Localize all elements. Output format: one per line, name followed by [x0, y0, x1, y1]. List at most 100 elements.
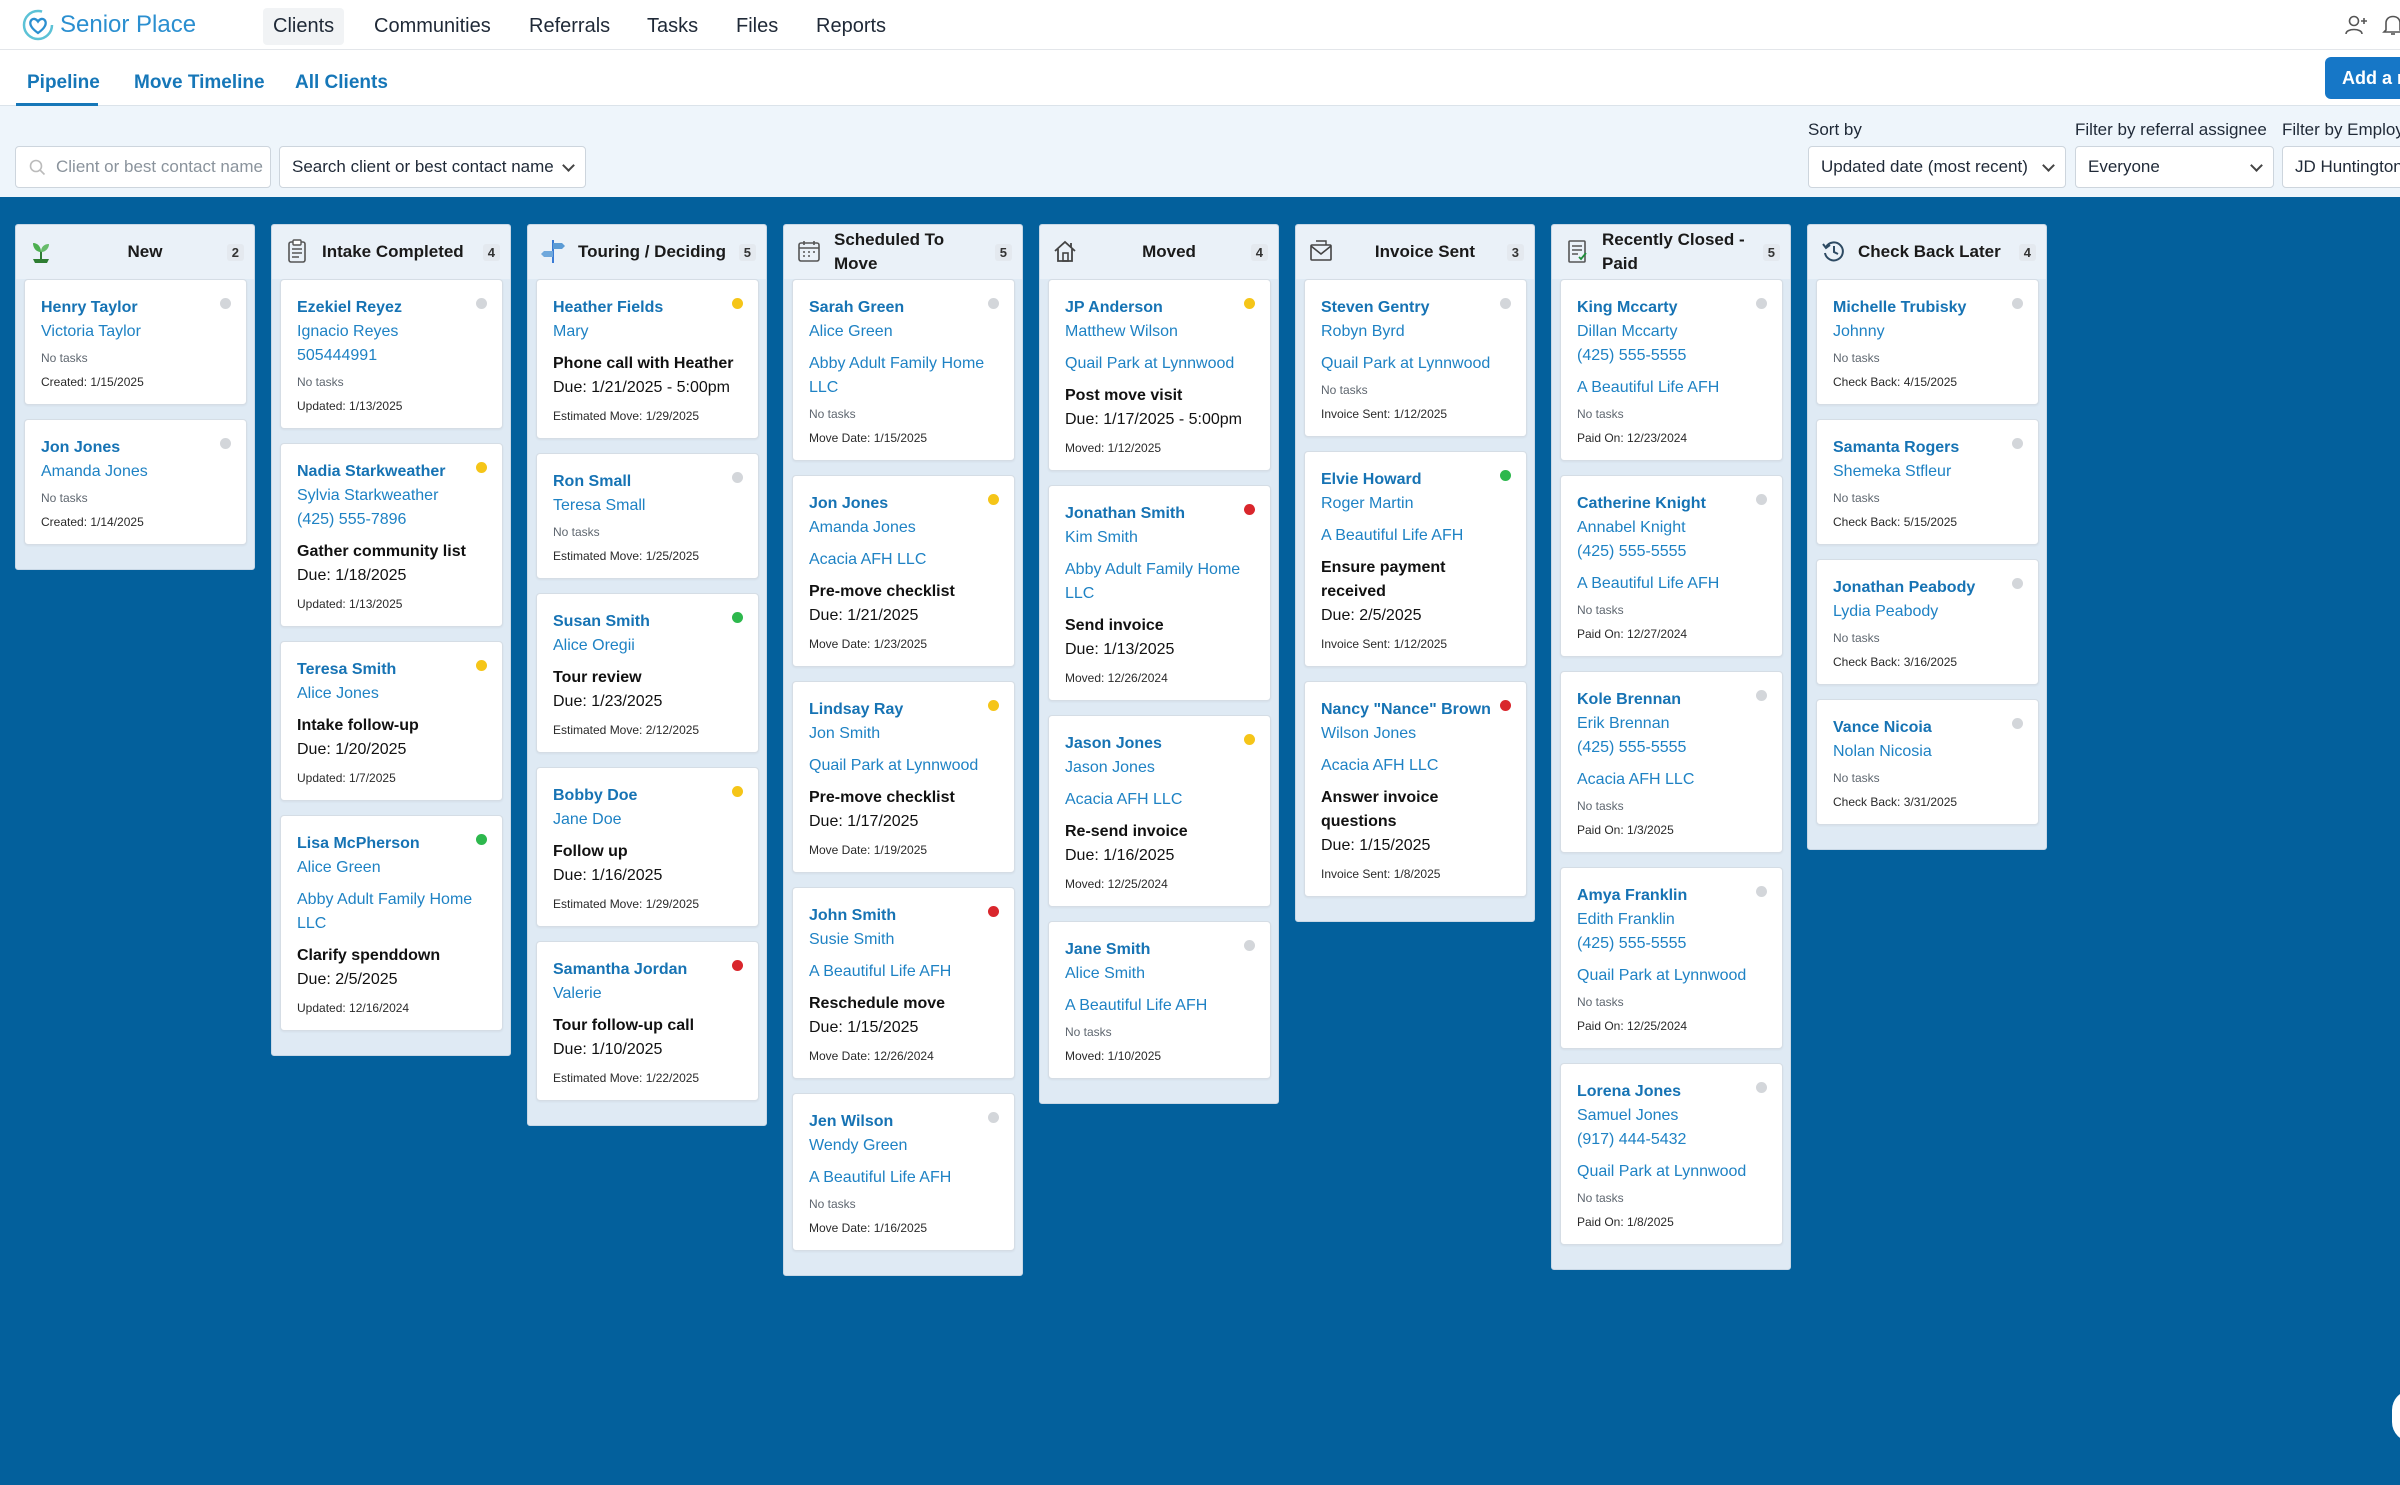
client-card[interactable]: Lorena Jones Samuel Jones (917) 444-5432 Qu…: [1560, 1063, 1783, 1245]
sort-select[interactable]: Updated date (most recent): [1808, 146, 2066, 188]
contact-phone-link[interactable]: (425) 555-5555: [1577, 344, 1766, 368]
client-card[interactable]: Jen Wilson Wendy Green A Beautiful Life AF…: [792, 1093, 1015, 1251]
client-card[interactable]: Elvie Howard Roger Martin A Beautiful Life…: [1304, 451, 1527, 667]
contact-name-link[interactable]: Teresa Small: [553, 494, 742, 518]
client-name-link[interactable]: Jon Jones: [809, 492, 998, 516]
client-name-link[interactable]: Samanta Rogers: [1833, 436, 2022, 460]
contact-name-link[interactable]: Jason Jones: [1065, 756, 1254, 780]
client-name-link[interactable]: Lindsay Ray: [809, 698, 998, 722]
client-card[interactable]: Jon Jones Amanda Jones No tasks Created: 1/…: [24, 419, 247, 545]
bell-icon[interactable]: [2380, 12, 2400, 38]
client-name-link[interactable]: Samantha Jordan: [553, 958, 742, 982]
community-link[interactable]: A Beautiful Life AFH: [809, 1166, 998, 1190]
client-name-link[interactable]: Elvie Howard: [1321, 468, 1510, 492]
client-name-link[interactable]: Nancy "Nance" Brown: [1321, 698, 1510, 722]
client-name-link[interactable]: Heather Fields: [553, 296, 742, 320]
contact-phone-link[interactable]: (425) 555-7896: [297, 508, 486, 532]
client-name-link[interactable]: Steven Gentry: [1321, 296, 1510, 320]
client-card[interactable]: Bobby Doe Jane Doe Follow up Due: 1/16/2025…: [536, 767, 759, 927]
client-name-link[interactable]: Sarah Green: [809, 296, 998, 320]
community-link[interactable]: Quail Park at Lynnwood: [809, 754, 998, 778]
client-name-link[interactable]: Vance Nicoia: [1833, 716, 2022, 740]
nav-tasks[interactable]: Tasks: [637, 8, 708, 45]
community-link[interactable]: Quail Park at Lynnwood: [1577, 1160, 1766, 1184]
client-card[interactable]: Susan Smith Alice Oregii Tour review Due: 1…: [536, 593, 759, 753]
contact-phone-link[interactable]: (425) 555-5555: [1577, 932, 1766, 956]
tab-pipeline[interactable]: Pipeline: [27, 72, 100, 94]
community-link[interactable]: A Beautiful Life AFH: [809, 960, 998, 984]
contact-name-link[interactable]: Samuel Jones: [1577, 1104, 1766, 1128]
community-link[interactable]: Abby Adult Family Home LLC: [809, 352, 998, 400]
task-title[interactable]: Tour review: [553, 666, 742, 690]
contact-name-link[interactable]: Wendy Green: [809, 1134, 998, 1158]
client-name-link[interactable]: Jason Jones: [1065, 732, 1254, 756]
contact-name-link[interactable]: Alice Green: [809, 320, 998, 344]
client-card[interactable]: Jonathan Peabody Lydia Peabody No tasks Che…: [1816, 559, 2039, 685]
contact-name-link[interactable]: Wilson Jones: [1321, 722, 1510, 746]
client-name-link[interactable]: Kole Brennan: [1577, 688, 1766, 712]
task-title[interactable]: Follow up: [553, 840, 742, 864]
contact-name-link[interactable]: Amanda Jones: [809, 516, 998, 540]
client-name-link[interactable]: Lorena Jones: [1577, 1080, 1766, 1104]
community-link[interactable]: A Beautiful Life AFH: [1065, 994, 1254, 1018]
contact-name-link[interactable]: Jane Doe: [553, 808, 742, 832]
client-name-link[interactable]: JP Anderson: [1065, 296, 1254, 320]
community-link[interactable]: Abby Adult Family Home LLC: [1065, 558, 1254, 606]
client-name-link[interactable]: Michelle Trubisky: [1833, 296, 2022, 320]
task-title[interactable]: Post move visit: [1065, 384, 1254, 408]
add-new-button[interactable]: Add a n: [2325, 57, 2400, 99]
client-card[interactable]: Henry Taylor Victoria Taylor No tasks Creat…: [24, 279, 247, 405]
client-card[interactable]: Catherine Knight Annabel Knight (425) 555-…: [1560, 475, 1783, 657]
client-card[interactable]: Ron Small Teresa Small No tasks Estimated M…: [536, 453, 759, 579]
contact-name-link[interactable]: Roger Martin: [1321, 492, 1510, 516]
client-card[interactable]: Jane Smith Alice Smith A Beautiful Life AF…: [1048, 921, 1271, 1079]
client-card[interactable]: Heather Fields Mary Phone call with Heathe…: [536, 279, 759, 439]
client-card[interactable]: King Mccarty Dillan Mccarty (425) 555-5555…: [1560, 279, 1783, 461]
contact-name-link[interactable]: Alice Oregii: [553, 634, 742, 658]
community-link[interactable]: A Beautiful Life AFH: [1577, 376, 1766, 400]
help-widget[interactable]: [2392, 1390, 2400, 1442]
contact-name-link[interactable]: Alice Smith: [1065, 962, 1254, 986]
community-link[interactable]: Quail Park at Lynnwood: [1577, 964, 1766, 988]
contact-name-link[interactable]: Matthew Wilson: [1065, 320, 1254, 344]
contact-name-link[interactable]: Victoria Taylor: [41, 320, 230, 344]
client-name-link[interactable]: Ezekiel Reyez: [297, 296, 486, 320]
task-title[interactable]: Send invoice: [1065, 614, 1254, 638]
client-card[interactable]: Nadia Starkweather Sylvia Starkweather (42…: [280, 443, 503, 627]
community-link[interactable]: Abby Adult Family Home LLC: [297, 888, 486, 936]
contact-name-link[interactable]: Jon Smith: [809, 722, 998, 746]
client-card[interactable]: Steven Gentry Robyn Byrd Quail Park at Lyn…: [1304, 279, 1527, 437]
community-link[interactable]: A Beautiful Life AFH: [1321, 524, 1510, 548]
nav-reports[interactable]: Reports: [806, 8, 896, 45]
community-link[interactable]: Acacia AFH LLC: [1577, 768, 1766, 792]
task-title[interactable]: Pre-move checklist: [809, 580, 998, 604]
client-card[interactable]: Amya Franklin Edith Franklin (425) 555-555…: [1560, 867, 1783, 1049]
client-card[interactable]: Jason Jones Jason Jones Acacia AFH LLC Re-s…: [1048, 715, 1271, 907]
contact-name-link[interactable]: Lydia Peabody: [1833, 600, 2022, 624]
community-link[interactable]: Acacia AFH LLC: [1321, 754, 1510, 778]
client-card[interactable]: Michelle Trubisky Johnny No tasks Check Bac…: [1816, 279, 2039, 405]
client-name-link[interactable]: Bobby Doe: [553, 784, 742, 808]
community-link[interactable]: Acacia AFH LLC: [809, 548, 998, 572]
contact-phone-link[interactable]: (425) 555-5555: [1577, 736, 1766, 760]
community-link[interactable]: Acacia AFH LLC: [1065, 788, 1254, 812]
client-card[interactable]: Sarah Green Alice Green Abby Adult Family …: [792, 279, 1015, 461]
contact-name-link[interactable]: Amanda Jones: [41, 460, 230, 484]
task-title[interactable]: Gather community list: [297, 540, 486, 564]
client-name-link[interactable]: Henry Taylor: [41, 296, 230, 320]
add-user-icon[interactable]: [2343, 12, 2369, 38]
task-title[interactable]: Re-send invoice: [1065, 820, 1254, 844]
client-name-link[interactable]: Jen Wilson: [809, 1110, 998, 1134]
client-card[interactable]: Jonathan Smith Kim Smith Abby Adult Family…: [1048, 485, 1271, 701]
client-name-link[interactable]: Jonathan Peabody: [1833, 576, 2022, 600]
contact-name-link[interactable]: Shemeka Stfleur: [1833, 460, 2022, 484]
task-title[interactable]: Pre-move checklist: [809, 786, 998, 810]
contact-name-link[interactable]: Edith Franklin: [1577, 908, 1766, 932]
client-card[interactable]: John Smith Susie Smith A Beautiful Life AF…: [792, 887, 1015, 1079]
contact-name-link[interactable]: Alice Jones: [297, 682, 486, 706]
client-card[interactable]: Jon Jones Amanda Jones Acacia AFH LLC Pre-m…: [792, 475, 1015, 667]
task-title[interactable]: Phone call with Heather: [553, 352, 742, 376]
task-title[interactable]: Ensure payment received: [1321, 556, 1510, 604]
client-search-input[interactable]: Client or best contact name: [15, 146, 271, 188]
contact-name-link[interactable]: Erik Brennan: [1577, 712, 1766, 736]
